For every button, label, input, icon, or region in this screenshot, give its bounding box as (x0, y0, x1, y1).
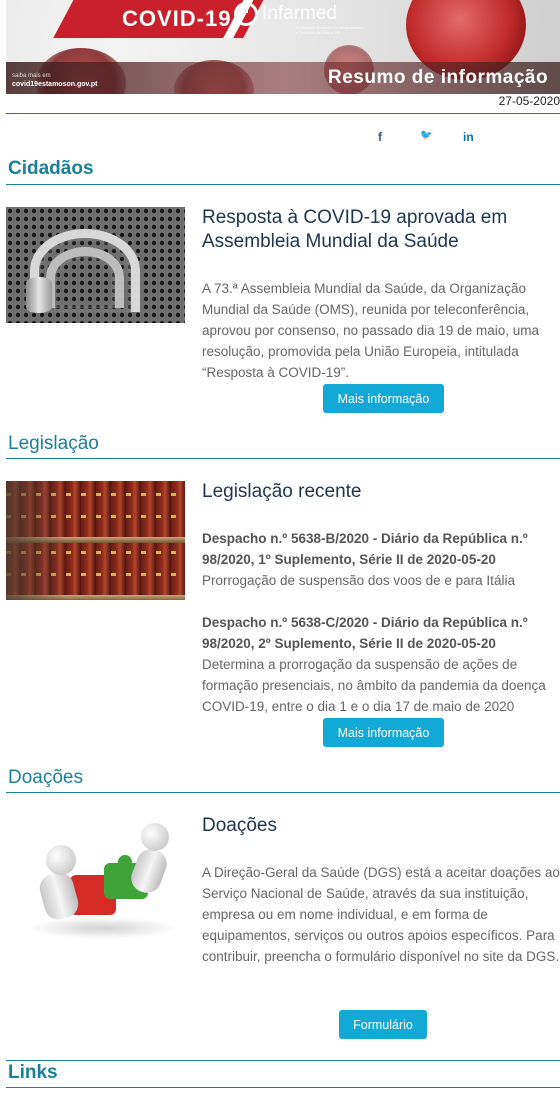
twitter-icon[interactable]: 🐦 (420, 130, 432, 141)
article-image-books (6, 481, 185, 600)
form-button[interactable]: Formulário (339, 1010, 427, 1039)
article-title: Legislação recente (202, 481, 362, 502)
facebook-icon[interactable]: f (378, 130, 382, 144)
divider (6, 792, 560, 793)
section-title-doacoes: Doações (8, 767, 83, 788)
header-banner: COVID-19 Infarmed Autoridade Nacional do… (6, 0, 560, 94)
legislation-item: Despacho n.º 5638-B/2020 - Diário da Rep… (202, 528, 560, 591)
article-body: A Direção-Geral da Saúde (DGS) está a ac… (202, 865, 560, 964)
legislation-heading[interactable]: Despacho n.º 5638-C/2020 - Diário da Rep… (202, 615, 528, 651)
section-title-cidadaos: Cidadãos (8, 158, 94, 179)
article-title: Resposta à COVID-19 aprovada em Assemble… (202, 207, 508, 252)
article-body: A 73.ª Assembleia Mundial da Saúde, da O… (202, 281, 539, 380)
divider (6, 1060, 560, 1061)
site-prefix: saiba mais em (12, 73, 51, 79)
banner-subtitle: Resumo de informação (328, 67, 549, 88)
linkedin-icon[interactable]: in (463, 130, 474, 144)
banner-title: COVID-19 (122, 6, 232, 31)
divider (6, 113, 560, 114)
divider (6, 1087, 560, 1088)
site-url: covid19estamoson.gov.pt (12, 81, 98, 88)
section-title-legislacao: Legislação (8, 433, 99, 454)
more-info-button[interactable]: Mais informação (323, 384, 444, 413)
more-info-button[interactable]: Mais informação (323, 718, 444, 747)
logo-subtitle: Autoridade Nacional do Medicamento e Pro… (296, 25, 363, 35)
article-image-puzzle (6, 815, 185, 945)
article-image-metal (6, 207, 185, 323)
legislation-text: Prorrogação de suspensão dos voos de e p… (202, 573, 515, 588)
divider (6, 458, 560, 459)
legislation-text: Determina a prorrogação da suspensão de … (202, 657, 546, 714)
legislation-item: Despacho n.º 5638-C/2020 - Diário da Rep… (202, 612, 560, 717)
section-title-links: Links (8, 1062, 58, 1083)
divider (6, 184, 560, 185)
article-title: Doações (202, 815, 277, 836)
legislation-heading[interactable]: Despacho n.º 5638-B/2020 - Diário da Rep… (202, 531, 528, 567)
infarmed-logo: Infarmed (234, 0, 337, 26)
power-icon (234, 0, 258, 26)
issue-date: 27-05-2020 (498, 94, 560, 108)
logo-name: Infarmed (262, 3, 337, 24)
